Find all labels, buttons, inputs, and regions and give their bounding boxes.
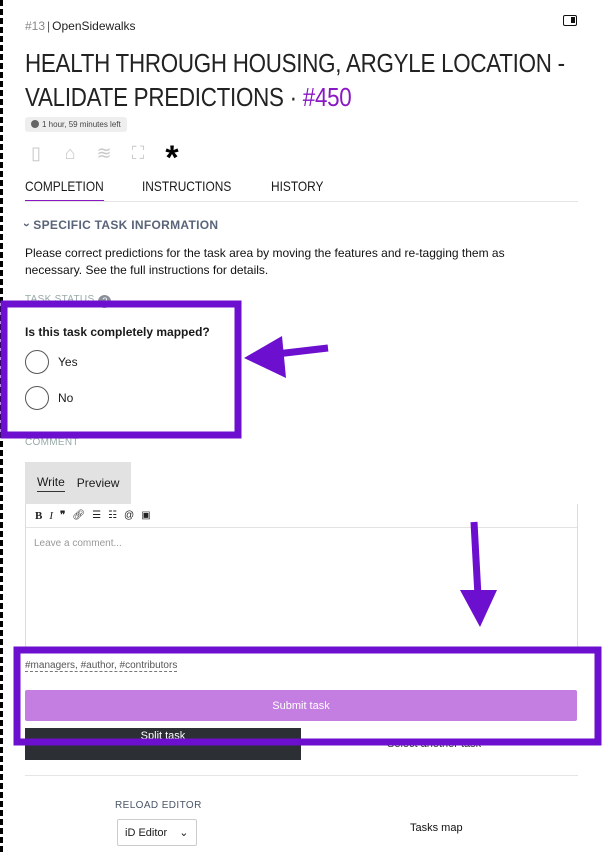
home-icon: ⌂ — [64, 142, 76, 163]
water-icon: ≋ — [96, 142, 112, 163]
task-number[interactable]: #13 — [25, 19, 45, 33]
comment-label: COMMENT — [25, 437, 79, 448]
comment-tabs: Write Preview — [25, 462, 131, 504]
page-title: HEALTH THROUGH HOUSING, ARGYLE LOCATION … — [25, 46, 575, 114]
mentions-hint: #managers, #author, #contributors — [25, 660, 178, 672]
chevron-down-icon: › — [20, 222, 35, 228]
question-text: Is this task completely mapped? — [25, 325, 210, 339]
tab-completion[interactable]: COMPLETION — [25, 178, 104, 202]
task-description: Please correct predictions for the task … — [25, 246, 505, 277]
option-yes[interactable]: Yes — [25, 350, 78, 374]
breadcrumb-separator: | — [47, 19, 51, 33]
tab-history[interactable]: HISTORY — [271, 178, 323, 202]
timer-badge: 1 hour, 59 minutes left — [25, 117, 127, 132]
tabs-divider — [25, 201, 578, 202]
tab-bar: COMPLETION INSTRUCTIONS HISTORY — [25, 178, 332, 202]
tasks-map-label: Tasks map — [410, 822, 463, 834]
submit-task-button[interactable]: Submit task — [25, 690, 577, 721]
tab-write[interactable]: Write — [37, 475, 65, 492]
asterisk-icon: * — [165, 139, 179, 177]
split-task-button[interactable]: Split task — [25, 728, 301, 760]
project-id-link[interactable]: #450 — [303, 82, 352, 112]
bullet-list-icon[interactable]: ☰ — [92, 510, 101, 521]
select-another-task-link[interactable]: Select another task — [387, 738, 481, 750]
option-no-label: No — [58, 391, 74, 405]
timer-text: 1 hour, 59 minutes left — [42, 120, 121, 129]
task-status-label: TASK STATUS? — [25, 294, 112, 308]
numbered-list-icon[interactable]: ☷ — [108, 510, 117, 521]
left-edge-decoration — [0, 0, 3, 852]
option-no[interactable]: No — [25, 386, 73, 410]
org-link[interactable]: OpenSidewalks — [52, 19, 135, 33]
task-icons: ▯ ⌂ ≋ ⛶ * — [25, 139, 183, 177]
reload-editor-label: RELOAD EDITOR — [115, 800, 202, 811]
split-task-label: Split task — [140, 730, 186, 742]
footer-divider — [25, 775, 578, 776]
mention-icon[interactable]: @ — [124, 510, 134, 521]
tab-instructions[interactable]: INSTRUCTIONS — [142, 178, 231, 202]
editor-select-value: iD Editor — [125, 826, 168, 839]
panel-toggle-icon[interactable] — [563, 15, 577, 26]
quote-icon[interactable]: ❞ — [60, 510, 65, 521]
clock-icon — [31, 120, 39, 128]
bold-icon[interactable]: B — [35, 510, 42, 522]
italic-icon[interactable]: I — [49, 510, 53, 522]
section-label: SPECIFIC TASK INFORMATION — [33, 218, 219, 232]
editor-select[interactable]: iD Editor ⌄ — [117, 819, 197, 846]
task-status-text: TASK STATUS — [25, 294, 95, 305]
completion-question: Is this task completely mapped? Yes No — [25, 310, 237, 428]
tab-preview[interactable]: Preview — [77, 476, 120, 490]
building-icon: ▯ — [31, 142, 41, 163]
chevron-down-icon: ⌄ — [179, 827, 189, 839]
left-arrow-head — [244, 336, 286, 378]
comment-editor: B I ❞ 🔗︎ ☰ ☷ @ ▣ Leave a comment... — [25, 504, 578, 650]
page-title-text: HEALTH THROUGH HOUSING, ARGYLE LOCATION … — [25, 48, 565, 112]
editor-toolbar: B I ❞ 🔗︎ ☰ ☷ @ ▣ — [26, 504, 577, 528]
comment-input[interactable]: Leave a comment... — [26, 528, 577, 559]
section-toggle[interactable]: ›SPECIFIC TASK INFORMATION — [20, 218, 219, 232]
option-yes-label: Yes — [58, 355, 78, 369]
radio-no[interactable] — [25, 386, 49, 410]
left-arrow-shaft — [267, 344, 329, 359]
link-icon[interactable]: 🔗︎ — [72, 510, 85, 521]
image-icon[interactable]: ▣ — [141, 510, 150, 521]
radio-yes[interactable] — [25, 350, 49, 374]
landuse-icon: ⛶ — [131, 142, 145, 163]
help-icon[interactable]: ? — [98, 295, 112, 308]
breadcrumb: #13 | OpenSidewalks — [25, 19, 136, 33]
